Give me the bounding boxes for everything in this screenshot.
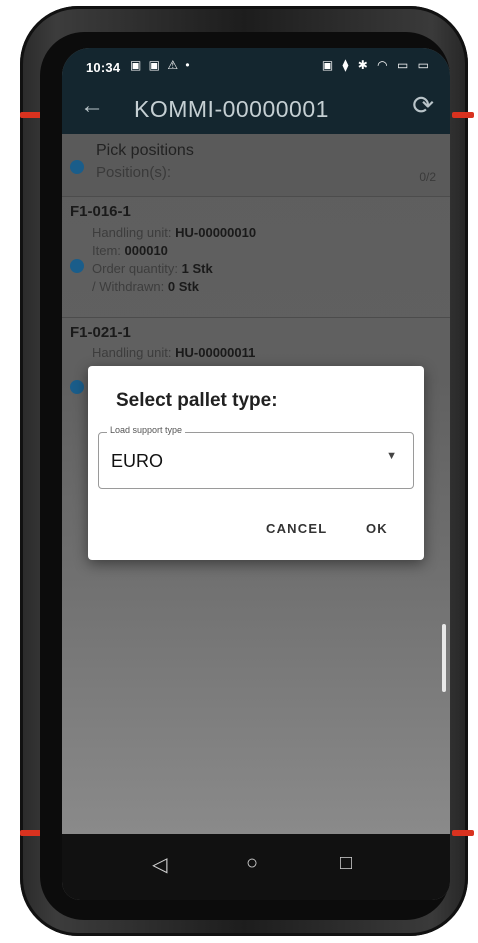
handling-unit-line: Handling unit: HU-00000011: [92, 345, 256, 360]
status-dot-icon: [70, 380, 84, 394]
item-line: Item: 000010: [92, 243, 168, 258]
load-support-type-select[interactable]: Load support type EURO ▼: [98, 425, 414, 489]
nav-recents-icon[interactable]: □: [340, 852, 352, 875]
pick-positions-header[interactable]: Pick positions Position(s): 0/2: [62, 134, 450, 196]
device-accent-right-bottom: [452, 830, 474, 836]
system-status-icons: ▣ ⧫ ✱ ◠ ▭ ▭: [321, 58, 432, 72]
status-bar: 10:34 ▣ ▣ ⚠ • ▣ ⧫ ✱ ◠ ▭ ▭: [62, 48, 450, 84]
item-location: F1-016-1: [70, 203, 131, 220]
field-label: Load support type: [107, 425, 186, 435]
device-accent-left-top: [20, 112, 42, 118]
status-dot-icon: [70, 259, 84, 273]
pallet-type-dialog: Select pallet type: Load support type EU…: [88, 366, 424, 560]
withdrawn-line: / Withdrawn: 0 Stk: [92, 279, 199, 294]
positions-label: Position(s):: [96, 164, 172, 181]
sync-icon[interactable]: ⟳: [412, 90, 434, 121]
nav-home-icon[interactable]: ○: [246, 852, 258, 875]
page-title: KOMMI-00000001: [134, 96, 329, 122]
item-location: F1-021-1: [70, 324, 131, 341]
status-dot-icon: [70, 160, 84, 174]
app-bar: ← KOMMI-00000001 ⟳: [62, 84, 450, 134]
dialog-title: Select pallet type:: [116, 390, 278, 411]
device-accent-right-top: [452, 112, 474, 118]
system-nav-bar: ◁ ○ □: [62, 834, 450, 900]
dropdown-caret-icon[interactable]: ▼: [386, 450, 397, 462]
cancel-button[interactable]: CANCEL: [266, 521, 327, 536]
nav-back-icon[interactable]: ◁: [152, 852, 167, 877]
pick-positions-title: Pick positions: [96, 142, 194, 159]
scrollbar[interactable]: [442, 624, 446, 692]
notification-icons: ▣ ▣ ⚠ •: [130, 58, 192, 72]
back-arrow-icon[interactable]: ←: [80, 92, 104, 120]
status-time: 10:34: [86, 60, 121, 75]
positions-count: 0/2: [419, 170, 436, 184]
order-quantity-line: Order quantity: 1 Stk: [92, 261, 213, 276]
device-accent-left-bottom: [20, 830, 42, 836]
ok-button[interactable]: OK: [366, 521, 388, 536]
handling-unit-line: Handling unit: HU-00000010: [92, 225, 257, 240]
list-item[interactable]: F1-016-1 Handling unit: HU-00000010 Item…: [62, 197, 450, 317]
field-value: EURO: [111, 451, 164, 471]
